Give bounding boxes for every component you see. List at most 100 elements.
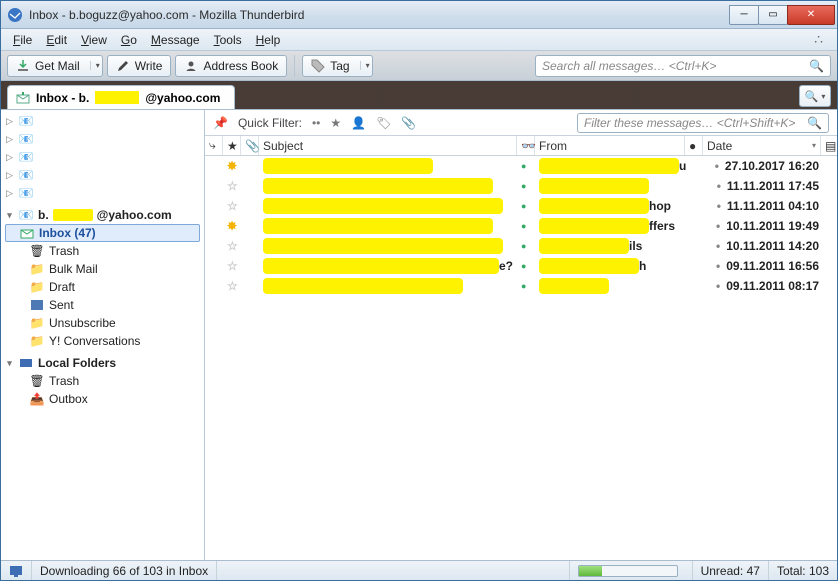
menu-go[interactable]: Go — [115, 31, 143, 49]
message-list[interactable]: ✸●u•27.10.2017 16:20☆●•11.11.2011 17:45☆… — [205, 156, 837, 560]
status-text-label: Downloading 66 of 103 in Inbox — [40, 564, 208, 578]
message-row[interactable]: ✸●u•27.10.2017 16:20 — [205, 156, 837, 176]
menu-edit[interactable]: Edit — [40, 31, 73, 49]
star-icon[interactable]: ✸ — [223, 219, 241, 233]
folder-outbox[interactable]: 📤 Outbox — [1, 390, 204, 408]
tag-button[interactable]: Tag — [302, 55, 372, 77]
quick-filter-input[interactable]: Filter these messages… <Ctrl+Shift+K> 🔍 — [577, 113, 829, 133]
attachment-filter-icon[interactable]: 📎 — [401, 116, 416, 130]
redacted-from — [539, 258, 639, 274]
folder-outbox-label: Outbox — [49, 392, 88, 406]
tab-strip: Inbox - b.@yahoo.com 🔍 ▾ — [1, 81, 837, 109]
tag-filter-icon[interactable]: 🏷 — [376, 116, 391, 130]
global-search-input[interactable]: Search all messages… <Ctrl+K> 🔍 — [535, 55, 831, 77]
search-icon: 🔍 — [809, 59, 824, 73]
folder-sent[interactable]: Sent — [1, 296, 204, 314]
local-folders-label: Local Folders — [38, 356, 116, 370]
menu-view[interactable]: View — [75, 31, 113, 49]
address-book-button[interactable]: Address Book — [175, 55, 287, 77]
online-icon[interactable] — [1, 561, 31, 580]
write-button[interactable]: Write — [107, 55, 172, 77]
account-collapsed[interactable]: ▷📧 — [1, 130, 204, 148]
folder-local-trash[interactable]: 🗑 Trash — [1, 372, 204, 390]
redacted-block — [95, 91, 139, 104]
date-column[interactable]: Date ▾ — [703, 136, 821, 155]
quick-filter-placeholder: Filter these messages… <Ctrl+Shift+K> — [584, 116, 795, 130]
correspondent-column[interactable]: 👓 — [517, 136, 535, 155]
folder-draft[interactable]: 📁 Draft — [1, 278, 204, 296]
account-expanded[interactable]: ▾📧 b.@yahoo.com — [1, 206, 204, 224]
pin-icon[interactable]: 📌 — [213, 116, 228, 130]
download-progress — [578, 565, 678, 577]
close-button[interactable]: ✕ — [787, 5, 835, 25]
star-filter-icon[interactable]: ★ — [330, 116, 341, 130]
message-row[interactable]: ☆●hop•11.11.2011 04:10 — [205, 196, 837, 216]
folder-tree: ▷📧 ▷📧 ▷📧 ▷📧 ▷📧 ▾📧 b.@yahoo.com ▾ Inbox (… — [1, 110, 205, 560]
attachment-column[interactable]: 📎 — [241, 136, 259, 155]
message-row[interactable]: ✸●ffers•10.11.2011 19:49 — [205, 216, 837, 236]
column-picker-button[interactable]: ▤ — [821, 136, 837, 155]
star-icon[interactable]: ✸ — [223, 159, 241, 173]
account-label-suffix: @yahoo.com — [97, 208, 172, 222]
thread-column[interactable]: ⤷ — [205, 136, 223, 155]
get-mail-button[interactable]: Get Mail — [7, 55, 103, 77]
account-collapsed[interactable]: ▷📧 — [1, 148, 204, 166]
message-row[interactable]: ☆●•09.11.2011 08:17 — [205, 276, 837, 296]
from-fragment: h — [639, 259, 646, 273]
menu-message[interactable]: Message — [145, 31, 206, 49]
toolbar-separator — [294, 55, 295, 77]
star-icon[interactable]: ☆ — [223, 239, 241, 253]
star-icon[interactable]: ☆ — [223, 279, 241, 293]
online-dot-icon: ● — [517, 241, 535, 251]
star-icon[interactable]: ☆ — [223, 179, 241, 193]
account-collapsed[interactable]: ▷📧 — [1, 166, 204, 184]
from-fragment: ils — [629, 239, 642, 253]
message-pane: 📌 Quick Filter: •• ★ 👤 🏷 📎 Filter these … — [205, 110, 837, 560]
menu-file[interactable]: File — [7, 31, 38, 49]
message-row[interactable]: ☆●•11.11.2011 17:45 — [205, 176, 837, 196]
date-column-label: Date — [707, 139, 732, 153]
total-count: Total: 103 — [768, 561, 837, 580]
menu-help[interactable]: Help — [250, 31, 287, 49]
message-row[interactable]: ☆●ils•10.11.2011 14:20 — [205, 236, 837, 256]
maximize-button[interactable]: ▭ — [758, 5, 788, 25]
minimize-button[interactable]: ─ — [729, 5, 759, 25]
message-row[interactable]: ☆e?●h•09.11.2011 16:56 — [205, 256, 837, 276]
online-dot-icon: ● — [517, 201, 535, 211]
menu-tools[interactable]: Tools — [208, 31, 248, 49]
redacted-subject — [263, 238, 503, 254]
folder-local-trash-label: Trash — [49, 374, 79, 388]
account-collapsed[interactable]: ▷📧 — [1, 112, 204, 130]
local-folders[interactable]: ▾ Local Folders — [1, 354, 204, 372]
redacted-from — [539, 278, 609, 294]
folder-unsubscribe[interactable]: 📁 Unsubscribe — [1, 314, 204, 332]
subject-column[interactable]: Subject — [259, 136, 517, 155]
unread-filter-icon[interactable]: •• — [312, 116, 320, 130]
folder-trash[interactable]: 🗑 Trash — [1, 242, 204, 260]
folder-yconversations[interactable]: 📁 Y! Conversations — [1, 332, 204, 350]
folder-bulk[interactable]: 📁 Bulk Mail — [1, 260, 204, 278]
star-column[interactable]: ★ — [223, 136, 241, 155]
from-fragment: u — [679, 159, 686, 173]
main-toolbar: Get Mail Write Address Book Tag Search a… — [1, 51, 837, 81]
account-collapsed[interactable]: ▷📧 — [1, 184, 204, 202]
contact-filter-icon[interactable]: 👤 — [351, 116, 366, 130]
star-icon[interactable]: ☆ — [223, 259, 241, 273]
redacted-from — [539, 218, 649, 234]
unread-count-label: Unread: 47 — [701, 564, 760, 578]
message-columns-header: ⤷ ★ 📎 Subject 👓 From ● Date ▾ ▤ — [205, 136, 837, 156]
tab-inbox[interactable]: Inbox - b.@yahoo.com — [7, 85, 235, 109]
read-column[interactable]: ● — [685, 136, 703, 155]
folder-trash-label: Trash — [49, 244, 79, 258]
search-icon: 🔍 — [807, 116, 822, 130]
unread-count: Unread: 47 — [692, 561, 768, 580]
folder-inbox[interactable]: ▾ Inbox (47) — [5, 224, 200, 242]
star-icon[interactable]: ☆ — [223, 199, 241, 213]
online-dot-icon: ● — [517, 281, 535, 291]
from-column[interactable]: From — [535, 136, 685, 155]
online-dot-icon: ● — [517, 261, 535, 271]
search-dropdown-button[interactable]: 🔍 ▾ — [799, 85, 831, 107]
message-date: 10.11.2011 14:20 — [726, 239, 819, 253]
status-spacer — [216, 561, 568, 580]
search-icon: 🔍 — [805, 90, 819, 103]
